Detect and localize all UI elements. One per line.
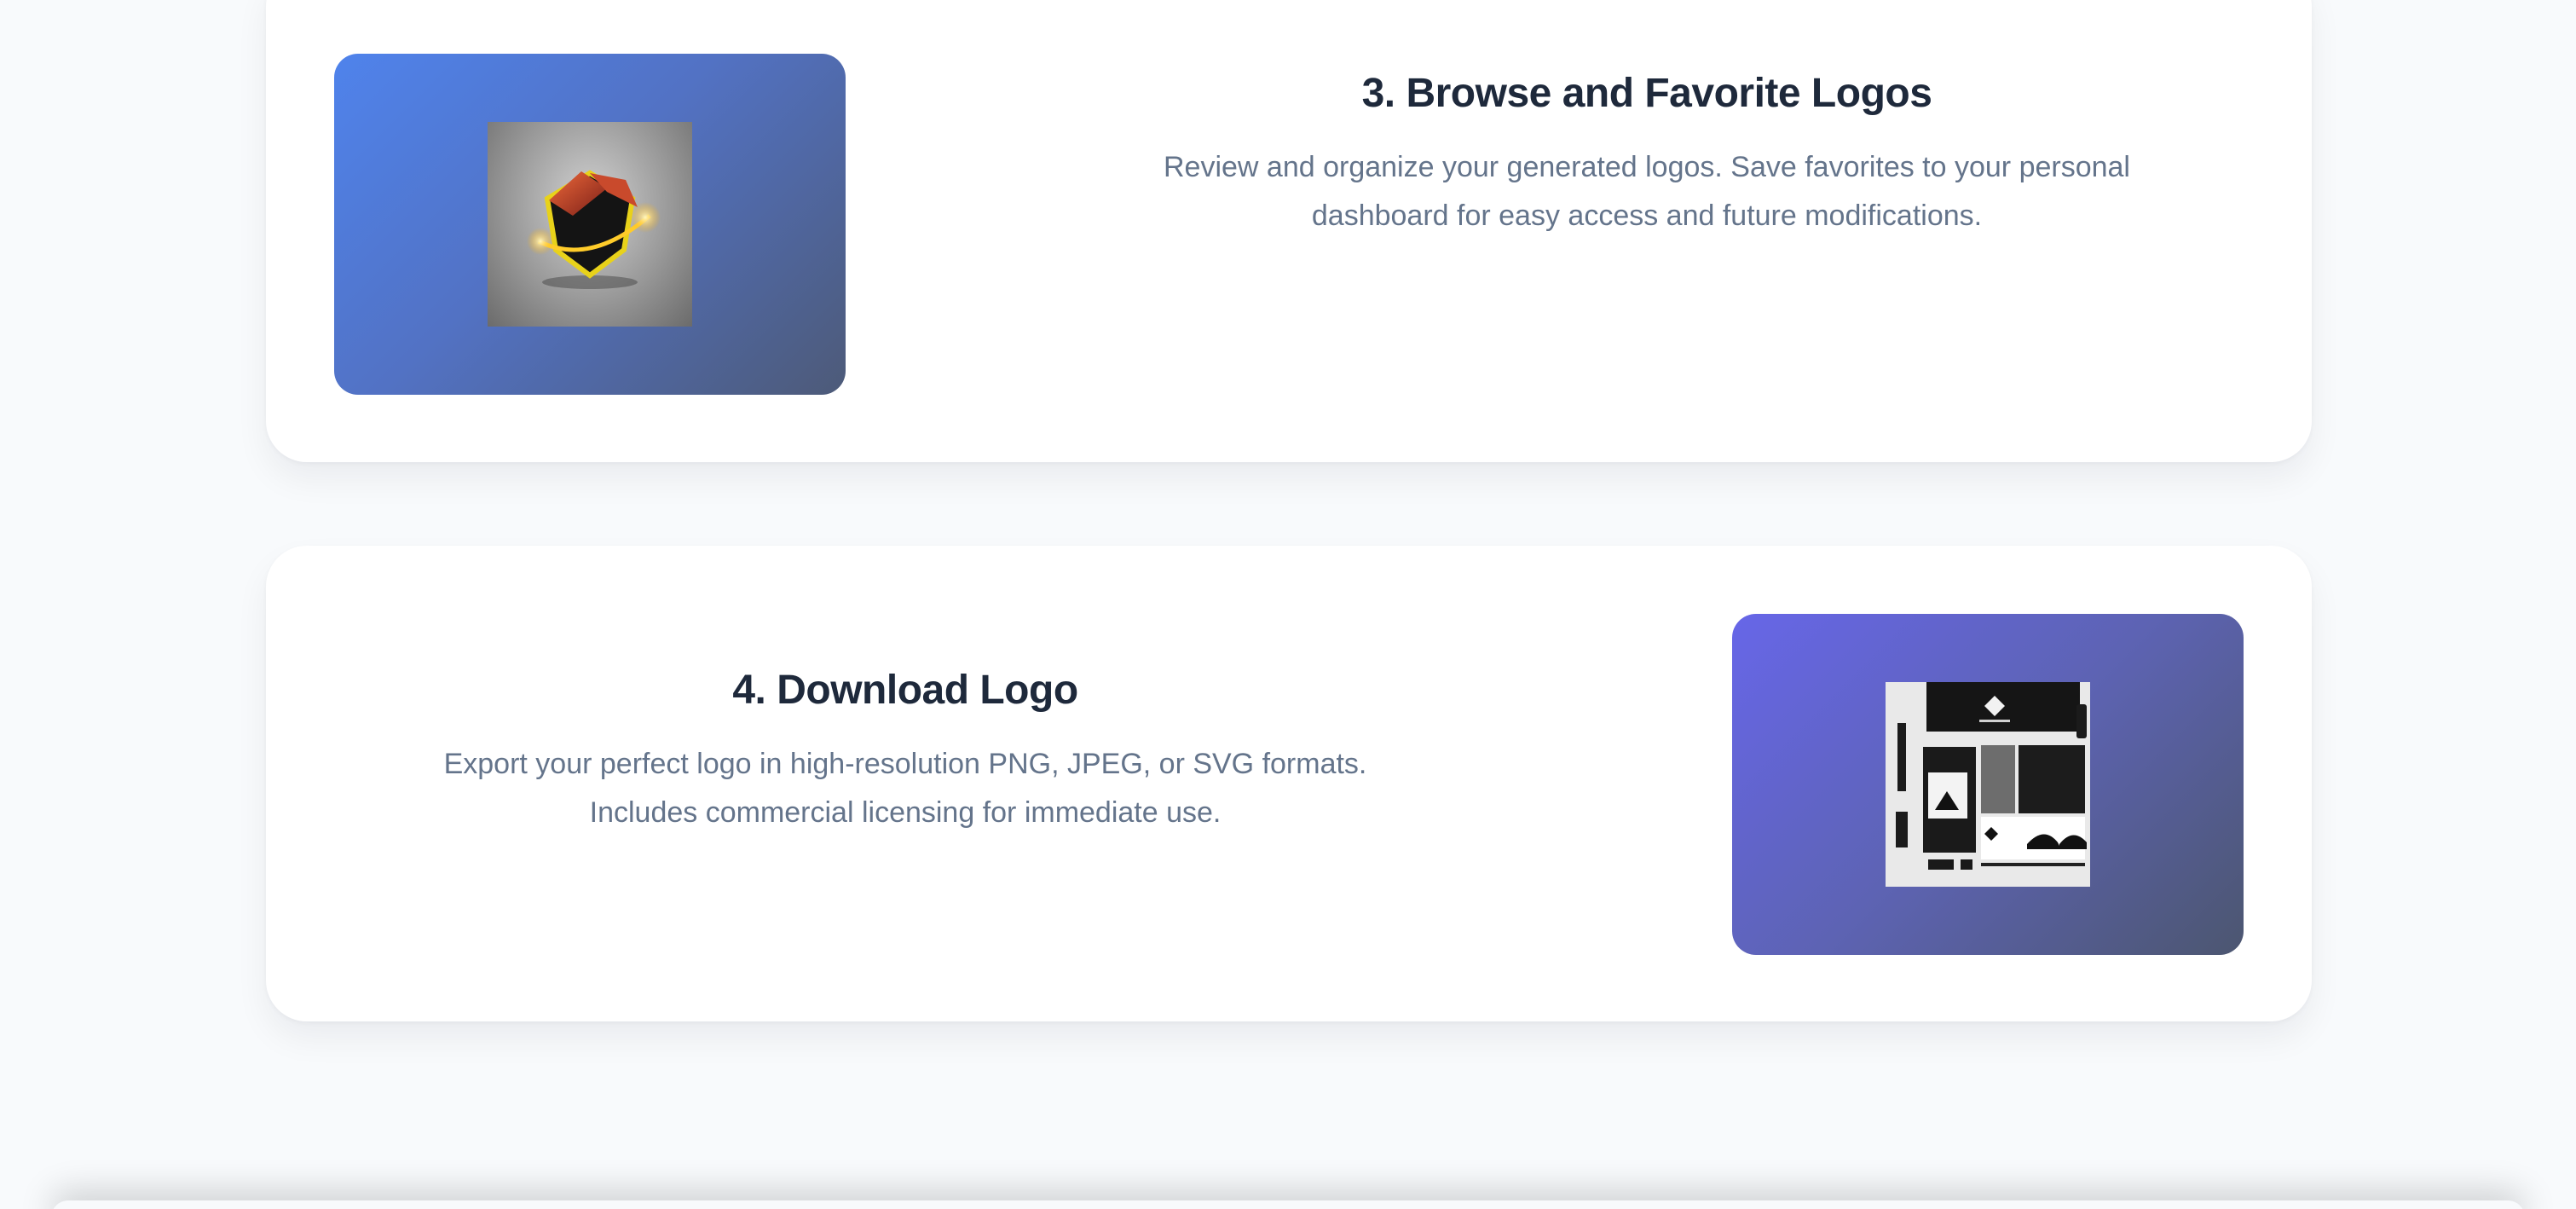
logo-preview-image bbox=[488, 122, 692, 327]
step-description-line: Export your perfect logo in high-resolut… bbox=[443, 748, 1367, 780]
step-card-browse-favorite: 3. Browse and Favorite Logos Review and … bbox=[266, 0, 2312, 462]
step-card-download: 4. Download Logo Export your perfect log… bbox=[266, 546, 2312, 1021]
bottom-panel-edge bbox=[51, 1200, 2525, 1209]
step-description-line: dashboard for easy access and future mod… bbox=[1311, 200, 1983, 232]
step-title: 3. Browse and Favorite Logos bbox=[1361, 71, 1932, 116]
step-description: Review and organize your generated logos… bbox=[1076, 143, 2218, 240]
step-description-line: Includes commercial licensing for immedi… bbox=[589, 796, 1222, 829]
step-text: 4. Download Logo Export your perfect log… bbox=[351, 665, 1459, 837]
shield-logo-icon bbox=[527, 170, 661, 289]
step-description-line: Review and organize your generated logos… bbox=[1163, 151, 2130, 183]
step-description: Export your perfect logo in high-resolut… bbox=[351, 740, 1459, 837]
step-image-frame bbox=[334, 54, 846, 395]
mockup-collage-icon bbox=[1886, 682, 2090, 887]
step-text: 3. Browse and Favorite Logos Review and … bbox=[1076, 68, 2218, 240]
step-title: 4. Download Logo bbox=[732, 668, 1078, 713]
page: 3. Browse and Favorite Logos Review and … bbox=[0, 0, 2576, 1209]
step-image-frame bbox=[1732, 614, 2244, 955]
brand-mockup-image bbox=[1886, 682, 2090, 887]
